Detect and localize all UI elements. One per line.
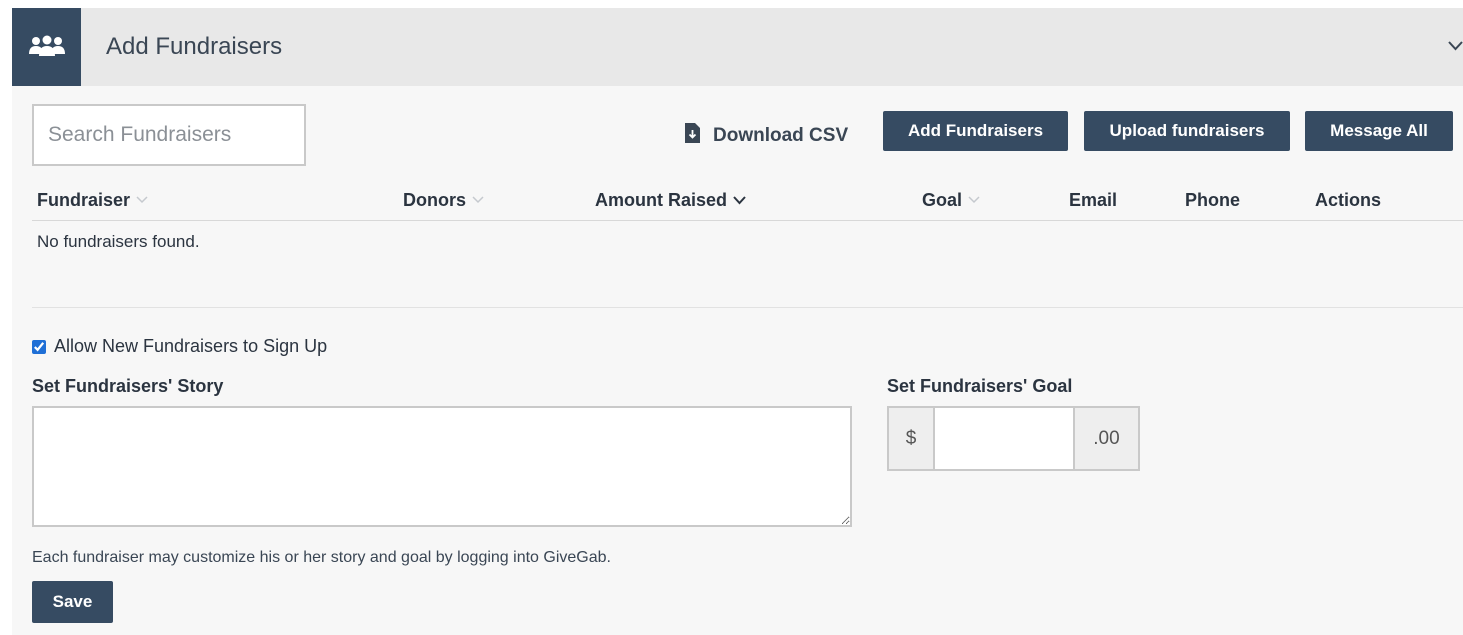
upload-fundraisers-button[interactable]: Upload fundraisers (1084, 111, 1290, 151)
section-divider (32, 307, 1463, 308)
column-header-actions: Actions (1315, 190, 1382, 210)
panel-header[interactable]: Add Fundraisers (12, 8, 1463, 86)
download-csv-button[interactable]: Download CSV (684, 122, 848, 150)
search-input[interactable] (32, 104, 306, 166)
users-icon (12, 8, 81, 86)
message-all-button[interactable]: Message All (1305, 111, 1453, 151)
goal-label: Set Fundraisers' Goal (887, 376, 1073, 396)
story-label: Set Fundraisers' Story (32, 376, 224, 396)
sort-chevron-icon (733, 195, 746, 204)
customization-hint: Each fundraiser may customize his or her… (32, 549, 611, 566)
empty-table-message: No fundraisers found. (37, 232, 200, 251)
goal-cents-suffix: .00 (1073, 408, 1138, 469)
column-header-phone: Phone (1185, 190, 1241, 210)
allow-signup-label: Allow New Fundraisers to Sign Up (54, 336, 328, 356)
panel-title: Add Fundraisers (106, 33, 283, 60)
column-header-fundraiser[interactable]: Fundraiser (37, 189, 148, 211)
column-header-email: Email (1069, 190, 1118, 210)
allow-signup-option[interactable]: Allow New Fundraisers to Sign Up (32, 336, 327, 357)
column-header-donors[interactable]: Donors (403, 189, 484, 211)
sort-chevron-icon (968, 196, 980, 204)
add-fundraisers-button[interactable]: Add Fundraisers (883, 111, 1068, 151)
sort-chevron-icon (472, 196, 484, 204)
goal-currency-prefix: $ (889, 408, 935, 469)
column-header-amount-raised[interactable]: Amount Raised (595, 189, 746, 211)
table-header-divider (32, 220, 1463, 221)
goal-input-group: $ .00 (887, 406, 1140, 471)
story-textarea[interactable] (32, 406, 852, 527)
add-fundraisers-panel: Add Fundraisers Download CSV Add Fundrai… (12, 8, 1463, 635)
column-header-goal[interactable]: Goal (922, 189, 980, 211)
goal-input[interactable] (935, 408, 1073, 469)
download-csv-label: Download CSV (713, 125, 849, 146)
allow-signup-checkbox[interactable] (32, 339, 46, 354)
save-button[interactable]: Save (32, 581, 113, 623)
file-download-icon (684, 123, 701, 149)
chevron-down-icon[interactable] (1448, 38, 1463, 56)
sort-chevron-icon (136, 196, 148, 204)
